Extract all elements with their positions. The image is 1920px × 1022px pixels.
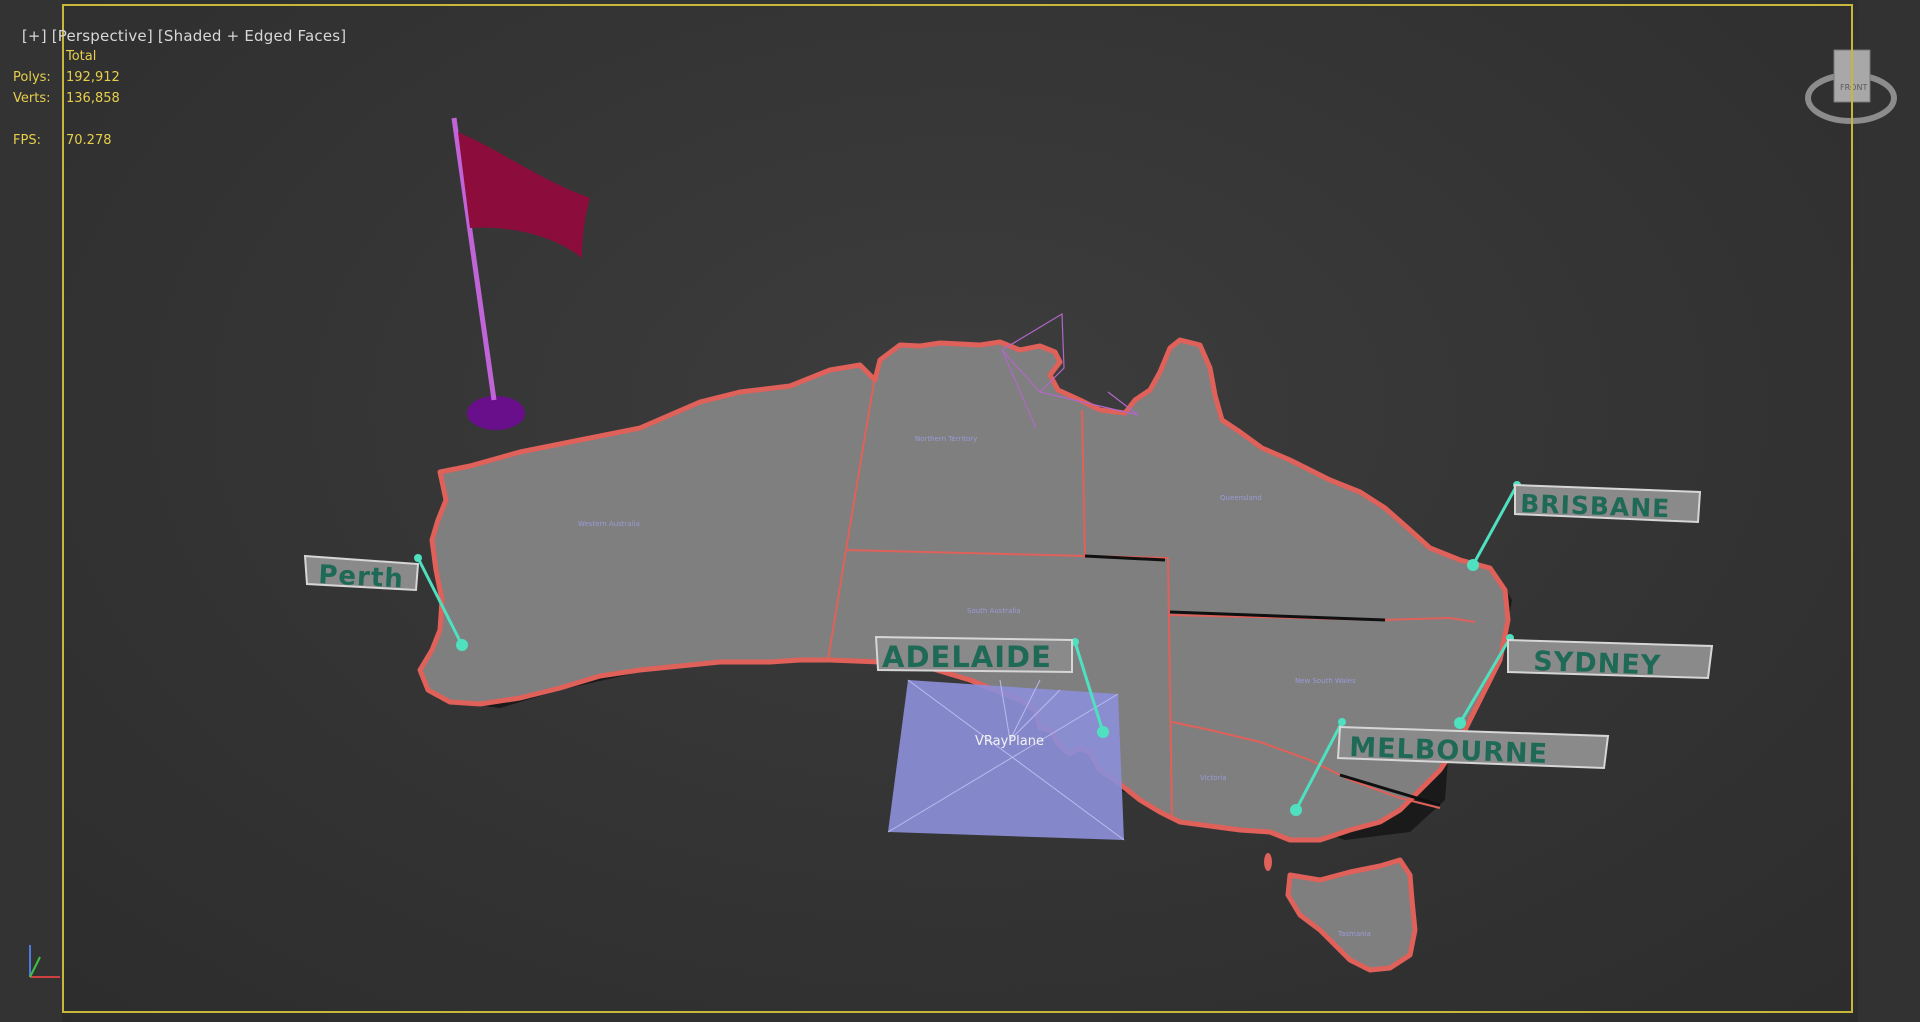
brisbane-label-plate[interactable]: BRISBANE (1514, 483, 1702, 523)
adelaide-marker[interactable] (1097, 726, 1109, 738)
region-label-vic: Victoria (1200, 774, 1227, 782)
stats-polys-value: 192,912 (66, 70, 120, 85)
region-label-tas: Tasmania (1337, 930, 1371, 938)
viewport-menu-view[interactable]: [Perspective] (52, 27, 153, 45)
adelaide-label-plate[interactable]: ADELAIDE (874, 635, 1073, 674)
region-label-sa: South Australia (967, 607, 1021, 615)
sydney-marker[interactable] (1454, 717, 1466, 729)
brisbane-marker[interactable] (1467, 559, 1479, 571)
region-label-wa: Western Australia (578, 520, 640, 528)
stats-polys-label: Polys: (13, 70, 51, 85)
brisbane-leader-line (1471, 484, 1519, 566)
perth-label-plate[interactable]: Perth (303, 554, 420, 594)
sydney-label: SYDNEY (1533, 646, 1662, 681)
perth-label: Perth (318, 560, 405, 594)
sydney-label-plate[interactable]: SYDNEY (1507, 638, 1714, 681)
melbourne-label-plate[interactable]: MELBOURNE (1336, 725, 1610, 770)
region-label-nsw: New South Wales (1295, 677, 1356, 685)
melbourne-marker[interactable] (1290, 804, 1302, 816)
brisbane-label: BRISBANE (1520, 489, 1671, 523)
stats-verts-label: Verts: (13, 91, 51, 106)
stats-fps-value: 70.278 (66, 133, 112, 148)
adelaide-label: ADELAIDE (882, 640, 1052, 674)
melbourne-anchor[interactable] (1338, 718, 1346, 726)
perth-marker[interactable] (456, 639, 468, 651)
viewcube-front-face[interactable] (1833, 49, 1871, 103)
region-label-nt: Northern Territory (915, 435, 977, 443)
viewcube[interactable]: FRONT (1805, 49, 1897, 124)
viewcube-face-label: FRONT (1840, 83, 1867, 92)
scene-canvas[interactable]: Western Australia Northern Territory Que… (0, 0, 1920, 1022)
vray-plane-object[interactable]: VRayPlane (887, 679, 1125, 841)
flag-object[interactable] (451, 117, 590, 430)
axis-tripod (29, 945, 60, 978)
flag-cloth[interactable] (458, 132, 590, 258)
flag-base[interactable] (467, 396, 525, 430)
viewport-menu-plus[interactable]: [+] (22, 27, 47, 45)
stats-fps-label: FPS: (13, 133, 41, 148)
3d-viewport[interactable]: Western Australia Northern Territory Que… (0, 0, 1920, 1022)
viewport-label: [+] [Perspective] [Shaded + Edged Faces] (2, 9, 346, 63)
region-label-qld: Queensland (1220, 494, 1262, 502)
vray-plane-label: VRayPlane (975, 734, 1044, 749)
viewport-menu-shading[interactable]: [Shaded + Edged Faces] (158, 27, 346, 45)
tasmania-mesh[interactable] (1285, 857, 1418, 973)
stats-total-header: Total (66, 49, 97, 64)
stats-verts-value: 136,858 (66, 91, 120, 106)
perth-anchor[interactable] (414, 554, 422, 562)
